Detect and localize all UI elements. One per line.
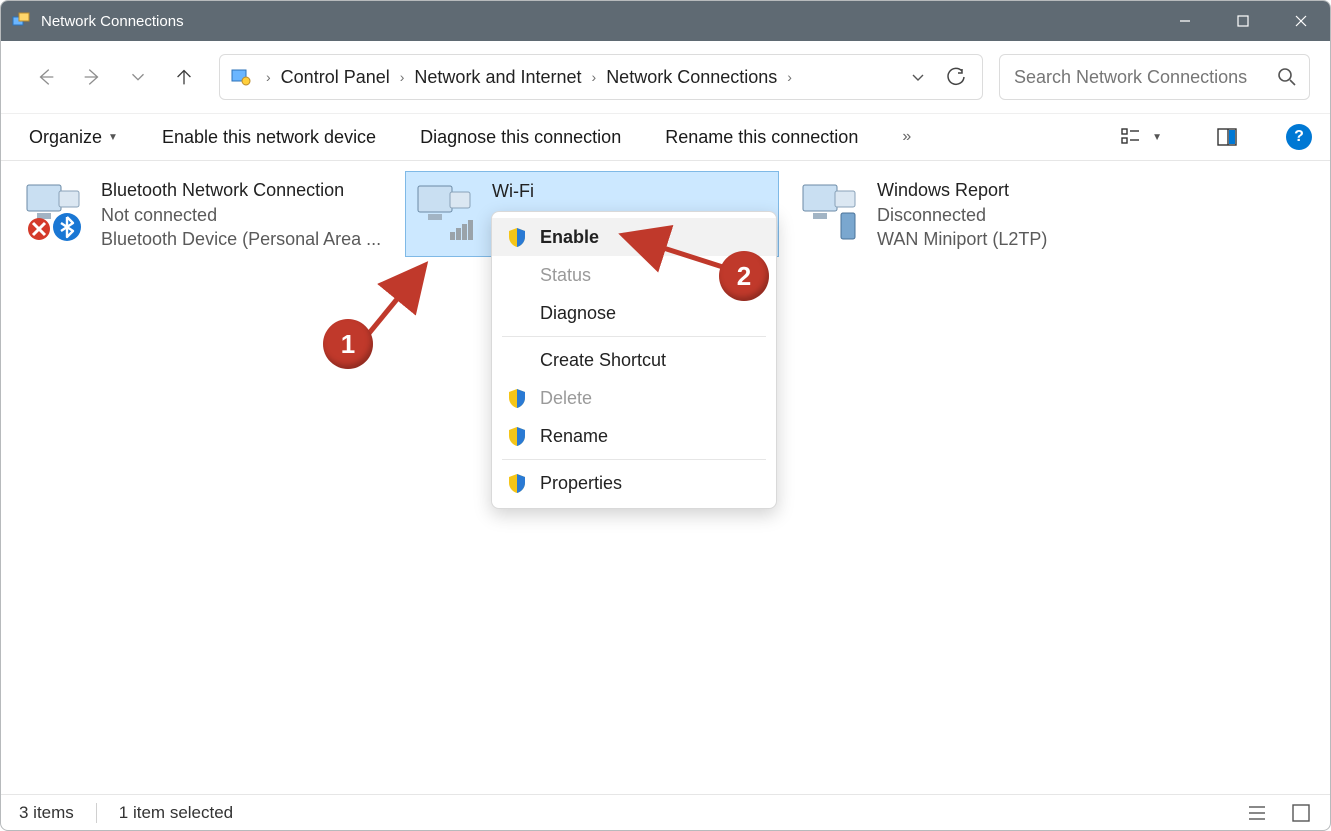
diagnose-connection-button[interactable]: Diagnose this connection: [420, 127, 621, 148]
content-area: Bluetooth Network Connection Not connect…: [1, 161, 1330, 794]
ctx-diagnose[interactable]: Diagnose: [492, 294, 776, 332]
chevron-down-icon: ▼: [108, 132, 118, 143]
breadcrumb-sep: ›: [260, 69, 277, 85]
network-adapter-icon: [412, 178, 478, 244]
toolbar-overflow[interactable]: »: [902, 128, 911, 146]
connection-name: Wi-Fi: [492, 178, 534, 204]
large-icons-view-button[interactable]: [1290, 802, 1312, 824]
breadcrumb-item[interactable]: Control Panel: [277, 67, 394, 88]
status-selected-count: 1 item selected: [119, 803, 233, 823]
ctx-enable[interactable]: Enable: [492, 218, 776, 256]
maximize-button[interactable]: [1214, 1, 1272, 41]
status-separator: [96, 803, 97, 823]
connection-status: Not connected: [101, 202, 381, 227]
organize-label: Organize: [29, 127, 102, 148]
connection-item-bluetooth[interactable]: Bluetooth Network Connection Not connect…: [15, 171, 389, 257]
search-icon[interactable]: [1277, 67, 1297, 87]
ctx-rename[interactable]: Rename: [492, 417, 776, 455]
connection-device: WAN Miniport (L2TP): [877, 226, 1047, 251]
breadcrumb-item[interactable]: Network Connections: [602, 67, 781, 88]
annotation-bubble-2: 2: [719, 251, 769, 301]
window-title: Network Connections: [41, 13, 184, 30]
connection-name: Bluetooth Network Connection: [101, 177, 381, 202]
details-view-button[interactable]: [1246, 802, 1268, 824]
shield-icon: [506, 387, 528, 409]
breadcrumb-item[interactable]: Network and Internet: [410, 67, 585, 88]
ctx-properties[interactable]: Properties: [492, 464, 776, 502]
view-options-button[interactable]: [1116, 122, 1146, 152]
recent-button[interactable]: [115, 54, 161, 100]
address-bar[interactable]: › Control Panel › Network and Internet ›…: [219, 54, 983, 100]
forward-button[interactable]: [69, 54, 115, 100]
toolbar: Organize ▼ Enable this network device Di…: [1, 113, 1330, 161]
status-bar: 3 items 1 item selected: [1, 794, 1330, 830]
ctx-delete: Delete: [492, 379, 776, 417]
organize-menu[interactable]: Organize ▼: [29, 127, 118, 148]
refresh-button[interactable]: [936, 67, 976, 87]
ctx-separator: [502, 459, 766, 460]
search-input[interactable]: [1012, 66, 1277, 89]
preview-pane-button[interactable]: [1212, 122, 1242, 152]
breadcrumb-sep: ›: [781, 69, 798, 85]
annotation-bubble-1: 1: [323, 319, 373, 369]
enable-device-button[interactable]: Enable this network device: [162, 127, 376, 148]
rename-connection-button[interactable]: Rename this connection: [665, 127, 858, 148]
ctx-separator: [502, 336, 766, 337]
breadcrumb-sep: ›: [394, 69, 411, 85]
app-icon: [11, 11, 31, 31]
breadcrumb-sep: ›: [586, 69, 603, 85]
connection-name: Windows Report: [877, 177, 1047, 202]
control-panel-icon: [230, 66, 252, 88]
chevron-down-icon[interactable]: ▼: [1146, 132, 1168, 143]
nav-row: › Control Panel › Network and Internet ›…: [1, 41, 1330, 113]
ctx-create-shortcut[interactable]: Create Shortcut: [492, 341, 776, 379]
address-history-button[interactable]: [900, 68, 936, 86]
network-adapter-icon: [797, 177, 863, 243]
help-button[interactable]: ?: [1286, 124, 1312, 150]
close-button[interactable]: [1272, 1, 1330, 41]
shield-icon: [506, 226, 528, 248]
connection-device: Bluetooth Device (Personal Area ...: [101, 226, 381, 251]
minimize-button[interactable]: [1156, 1, 1214, 41]
shield-icon: [506, 472, 528, 494]
up-button[interactable]: [161, 54, 207, 100]
titlebar: Network Connections: [1, 1, 1330, 41]
back-button[interactable]: [23, 54, 69, 100]
status-item-count: 3 items: [19, 803, 74, 823]
search-box[interactable]: [999, 54, 1310, 100]
shield-icon: [506, 425, 528, 447]
connection-item-windows-report[interactable]: Windows Report Disconnected WAN Miniport…: [791, 171, 1165, 257]
network-adapter-icon: [21, 177, 87, 243]
ctx-enable-label: Enable: [540, 227, 599, 248]
connection-status: Disconnected: [877, 202, 1047, 227]
